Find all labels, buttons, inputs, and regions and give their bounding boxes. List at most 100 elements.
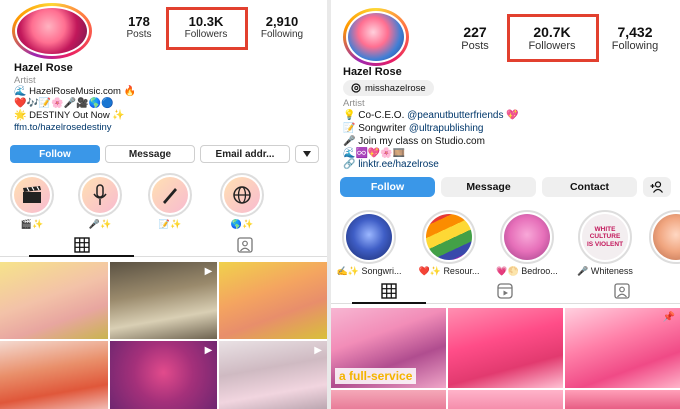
followers-highlight-box <box>507 14 599 62</box>
bio-emoji-row: 🌊♾️💖🌸🎞️ <box>343 148 405 159</box>
tab-grid[interactable] <box>0 233 164 257</box>
highlight-caption: 📝✨ <box>158 219 182 229</box>
globe-icon <box>233 186 251 204</box>
highlight-caption: 💗🌕 Bedroo... <box>496 266 558 276</box>
tab-tagged[interactable] <box>164 233 328 256</box>
link-icon: 🔗 <box>343 159 356 170</box>
bio-link[interactable]: 🔗 linktr.ee/hazelrose <box>343 159 439 170</box>
contact-button[interactable]: Contact <box>542 177 637 197</box>
posts-stat[interactable]: 178 Posts <box>116 14 162 40</box>
following-stat[interactable]: 7,432 Following <box>599 24 671 52</box>
bio-link[interactable]: ffm.to/hazelrosedestiny <box>14 122 112 133</box>
post-thumbnail[interactable]: ▶ <box>219 341 327 409</box>
highlight-cover-text: WHITE CULTURE IS VIOLENT <box>586 226 624 248</box>
profile-tabs <box>0 233 327 257</box>
highlight-globe[interactable]: 🌎✨ <box>218 173 266 230</box>
post-thumbnail[interactable] <box>219 262 327 339</box>
bio-line-class: 🎤 Join my class on Studio.com <box>343 136 485 147</box>
followers-highlight-box <box>166 7 248 50</box>
highlight-pen[interactable]: 📝✨ <box>146 173 194 230</box>
highlight-caption: 🎬✨ <box>20 219 44 229</box>
post-thumbnail[interactable] <box>448 390 563 409</box>
pen-icon <box>163 188 177 204</box>
post-thumbnail[interactable] <box>0 341 108 409</box>
highlight-caption: 🎤 Whiteness <box>577 266 633 276</box>
profile-name: Hazel Rose <box>343 66 402 78</box>
star-emoji-icon: 🌟 <box>14 110 27 121</box>
post-caption: a full-service <box>335 368 417 384</box>
message-button[interactable]: Message <box>441 177 536 197</box>
post-thumbnail[interactable]: ▶ <box>109 341 218 409</box>
more-options-button[interactable] <box>295 145 319 163</box>
highlight-bedroom[interactable]: 💗🌕 Bedroo... <box>493 210 561 277</box>
grid-icon <box>74 236 90 253</box>
post-thumbnail[interactable]: a full-service <box>331 308 446 388</box>
add-person-icon <box>650 181 663 193</box>
post-thumbnail[interactable] <box>448 308 563 388</box>
highlight-resources[interactable]: ❤️✨ Resour... <box>415 210 483 277</box>
post-thumbnail[interactable] <box>0 262 108 339</box>
follow-button[interactable]: Follow <box>10 145 100 163</box>
profile-category: Artist <box>343 98 365 109</box>
chevron-down-icon <box>303 151 311 157</box>
heart-emoji-icon: 💖 <box>506 110 519 121</box>
highlight-whiteness[interactable]: WHITE CULTURE IS VIOLENT 🎤 Whiteness <box>571 210 639 277</box>
following-stat[interactable]: 2,910 Following <box>252 14 312 40</box>
fire-emoji-icon: 🔥 <box>123 86 137 97</box>
profile-panel-left: 178 Posts 10.3K Followers 2,910 Followin… <box>0 0 327 409</box>
emoji-row-icon: ❤️🎶📝🌸🎤🎥🌎🔵 <box>14 98 114 109</box>
tab-grid[interactable] <box>331 278 447 304</box>
highlight-more[interactable] <box>649 210 680 264</box>
add-person-button[interactable] <box>643 177 671 197</box>
follow-button[interactable]: Follow <box>340 177 435 197</box>
reel-icon: ▶ <box>314 345 322 356</box>
microphone-icon <box>93 184 107 205</box>
highlight-caption: ❤️✨ Resour... <box>418 266 480 276</box>
reel-icon: ▶ <box>204 266 213 277</box>
post-grid: a full-service 📌 <box>331 308 680 409</box>
profile-avatar[interactable] <box>343 8 409 66</box>
reels-icon <box>497 282 514 299</box>
email-button[interactable]: Email addr... <box>200 145 290 163</box>
grid-icon <box>381 282 397 299</box>
highlight-songwriting[interactable]: ✍️✨ Songwri... <box>335 210 403 277</box>
post-thumbnail[interactable]: 📌 <box>565 308 680 388</box>
threads-icon <box>351 83 361 93</box>
message-button[interactable]: Message <box>105 145 195 163</box>
wave-emoji-icon: 🌊 <box>14 86 27 97</box>
lightbulb-emoji-icon: 💡 <box>343 110 356 121</box>
post-thumbnail[interactable] <box>331 390 446 409</box>
pin-icon: 📌 <box>662 312 675 323</box>
microphone-emoji-icon: 🎤 <box>343 136 356 147</box>
highlight-film[interactable]: 🎬✨ <box>8 173 56 230</box>
profile-panel-right: 227 Posts 20.7K Followers 7,432 Followin… <box>331 0 680 409</box>
post-thumbnail[interactable]: ▶ <box>109 262 218 339</box>
bio-emoji-row: ❤️🎶📝🌸🎤🎥🌎🔵 <box>14 98 114 109</box>
tagged-icon <box>237 236 253 253</box>
memo-emoji-icon: 📝 <box>343 123 356 134</box>
reel-icon: ▶ <box>204 345 213 356</box>
profile-tabs <box>331 278 680 304</box>
sparkle-emoji-icon: ✨ <box>112 110 125 121</box>
profile-category: Artist <box>14 75 36 86</box>
post-grid: ▶ ▶ ▶ <box>0 262 327 409</box>
posts-stat[interactable]: 227 Posts <box>447 24 503 52</box>
threads-handle[interactable]: misshazelrose <box>343 80 434 96</box>
bio-line-ceo: 💡 Co-C.E.O. @peanutbutterfriends 💖 <box>343 110 519 121</box>
bio-line-songwriter: 📝 Songwriter @ultrapublishing <box>343 123 484 134</box>
profile-name: Hazel Rose <box>14 62 73 74</box>
bio-line-website: 🌊 HazelRoseMusic.com 🔥 <box>14 86 137 97</box>
highlight-caption: ✍️✨ Songwri... <box>336 266 402 276</box>
bio-line-release: 🌟 DESTINY Out Now ✨ <box>14 110 125 121</box>
comparison-screenshot: 178 Posts 10.3K Followers 2,910 Followin… <box>0 0 680 409</box>
post-thumbnail[interactable] <box>565 390 680 409</box>
tab-reels[interactable] <box>447 278 563 303</box>
clapperboard-icon <box>23 186 41 203</box>
tab-tagged[interactable] <box>564 278 680 303</box>
profile-avatar[interactable] <box>12 3 92 59</box>
highlight-caption: 🎤✨ <box>88 219 112 229</box>
highlight-mic[interactable]: 🎤✨ <box>76 173 124 230</box>
highlight-caption: 🌎✨ <box>230 219 254 229</box>
tagged-icon <box>614 282 630 299</box>
emoji-row-icon: 🌊♾️💖🌸🎞️ <box>343 148 406 159</box>
